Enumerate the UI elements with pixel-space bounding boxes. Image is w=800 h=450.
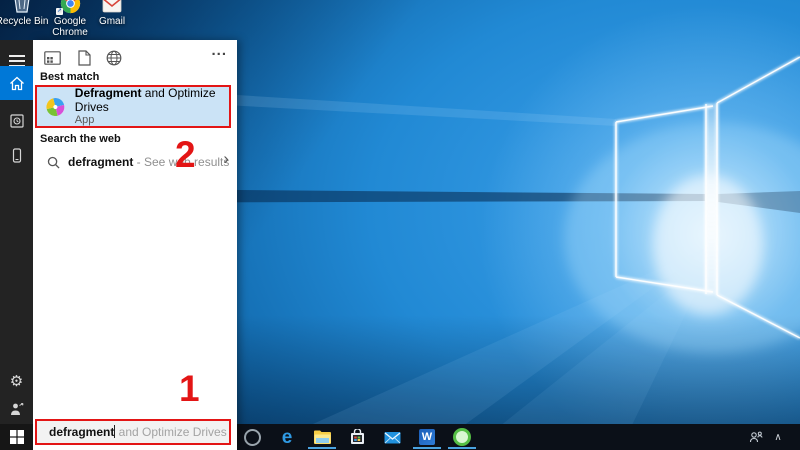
search-icon <box>47 156 60 169</box>
open-indicator-file-explorer <box>308 447 336 449</box>
defrag-app-icon <box>42 92 68 120</box>
search-web-section-label: Search the web <box>40 133 121 145</box>
web-search-suggestion-row[interactable]: defragment - See web results <box>35 146 231 178</box>
best-match-result[interactable]: Defragment and Optimize Drives App <box>35 85 231 128</box>
more-options-button[interactable]: ... <box>211 42 227 59</box>
show-hidden-icons-chevron[interactable]: ∧ <box>768 427 788 447</box>
taskbar-search-input[interactable]: defragment and Optimize Drives <box>35 419 231 445</box>
filter-apps-icon[interactable] <box>43 49 61 67</box>
search-input-text: defragment and Optimize Drives <box>49 425 227 439</box>
annotation-step-1: 1 <box>179 371 200 407</box>
rail-notebook-icon[interactable] <box>0 106 33 136</box>
file-explorer-icon[interactable] <box>312 427 332 447</box>
best-match-title: Defragment and Optimize Drives <box>75 86 229 114</box>
word-icon[interactable]: W <box>417 427 437 447</box>
best-match-type: App <box>75 114 229 127</box>
rail-settings-gear-icon[interactable]: ⚙ <box>0 366 33 396</box>
rail-home-icon[interactable] <box>0 66 33 100</box>
open-indicator-word <box>413 447 441 449</box>
rail-feedback-person-icon[interactable] <box>0 394 33 424</box>
windows-logo-icon <box>10 430 24 444</box>
desktop-icon-label: Gmail <box>84 16 140 27</box>
rail-device-icon[interactable] <box>0 140 33 170</box>
edge-icon[interactable]: e <box>277 427 297 447</box>
filter-documents-icon[interactable] <box>75 49 93 67</box>
open-indicator-green-app <box>448 447 476 449</box>
green-app-icon[interactable] <box>452 427 472 447</box>
windows-desktop-screen: Recycle Bin ➚ Google Chrome Gmail <box>0 0 800 450</box>
annotation-step-2: 2 <box>175 137 196 173</box>
web-search-suggestion-text: defragment - See web results <box>68 155 229 169</box>
search-flyout-panel: ... Best match Defragment and Optimize D… <box>33 40 237 450</box>
people-icon[interactable] <box>746 427 766 447</box>
chevron-right-icon[interactable]: › <box>223 149 229 169</box>
desktop-icon-gmail[interactable]: Gmail <box>84 0 140 27</box>
best-match-section-label: Best match <box>40 71 99 83</box>
start-button[interactable] <box>0 424 33 450</box>
gmail-icon <box>84 0 140 14</box>
microsoft-store-icon[interactable] <box>347 427 367 447</box>
filter-web-globe-icon[interactable] <box>105 49 123 67</box>
search-flyout-rail: ⚙ <box>0 40 33 450</box>
cortana-icon[interactable] <box>242 427 262 447</box>
mail-icon[interactable] <box>382 427 402 447</box>
shortcut-arrow-icon: ➚ <box>56 8 63 15</box>
